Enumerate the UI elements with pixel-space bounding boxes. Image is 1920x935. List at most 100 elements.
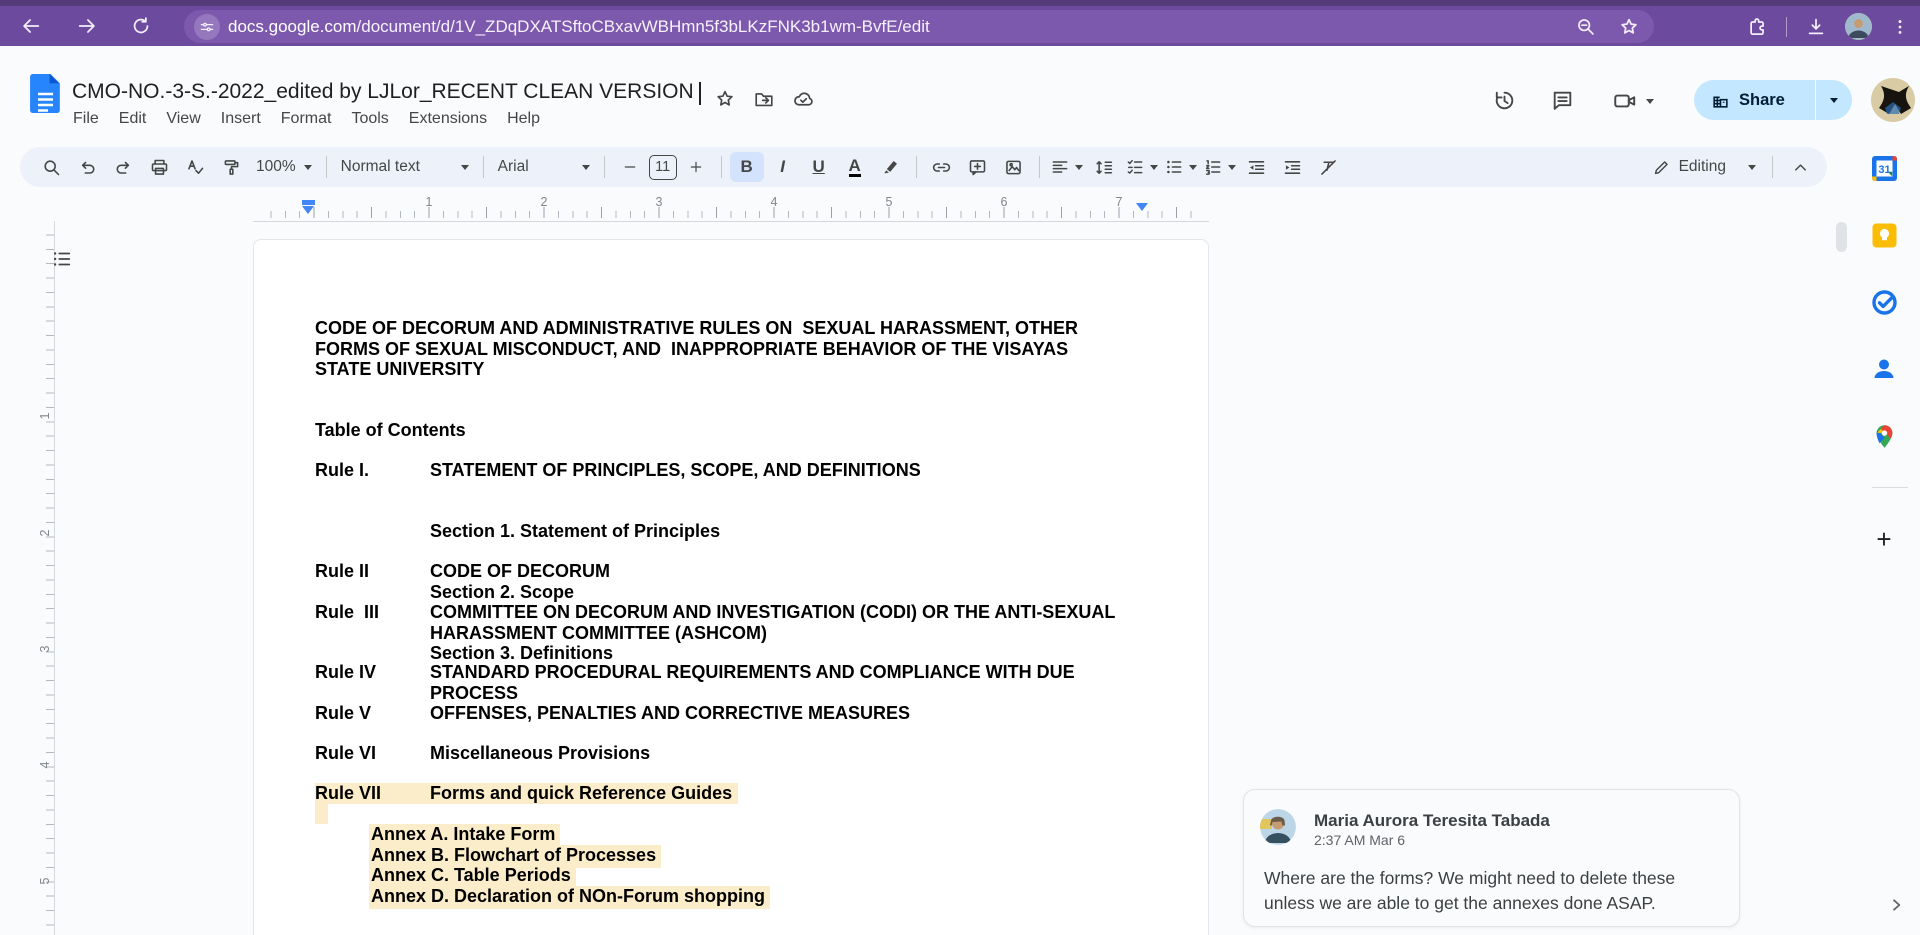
search-menus-icon[interactable]	[34, 152, 68, 182]
align-select[interactable]	[1048, 152, 1085, 182]
star-document-icon[interactable]	[714, 88, 736, 110]
scrollbar-thumb[interactable]	[1836, 222, 1847, 252]
forward-button[interactable]	[70, 9, 104, 43]
editing-mode-select[interactable]: Editing	[1646, 158, 1762, 177]
font-size-increase[interactable]	[679, 152, 713, 182]
underline-button[interactable]: U	[802, 152, 836, 182]
version-history-icon[interactable]	[1492, 88, 1517, 113]
zoom-page-icon[interactable]	[1575, 16, 1596, 37]
ruler-number: 1	[422, 195, 436, 209]
toc-entry-rule-2: Rule IICODE OF DECORUM	[315, 561, 1130, 582]
styles-select[interactable]: Normal text	[335, 158, 475, 176]
menu-insert[interactable]: Insert	[211, 104, 271, 134]
show-side-panel-icon[interactable]	[1884, 893, 1908, 917]
font-size-decrease[interactable]	[613, 152, 647, 182]
line-spacing-icon[interactable]	[1087, 152, 1121, 182]
contacts-icon[interactable]	[1869, 354, 1899, 384]
cloud-saved-icon[interactable]	[792, 88, 815, 111]
meet-video-button[interactable]	[1612, 88, 1654, 114]
bookmark-star-icon[interactable]	[1618, 16, 1640, 38]
share-button[interactable]: Share	[1694, 80, 1852, 120]
browser-profile-avatar[interactable]	[1845, 13, 1872, 40]
menu-file[interactable]: File	[63, 104, 109, 134]
collapse-toolbar-icon[interactable]	[1783, 152, 1817, 182]
toolbar-separator	[1786, 17, 1787, 37]
ruler-number: 2	[537, 195, 551, 209]
insert-link-icon[interactable]	[925, 152, 959, 182]
undo-icon[interactable]	[70, 152, 104, 182]
tasks-icon[interactable]	[1869, 287, 1899, 317]
font-select[interactable]: Arial	[492, 158, 596, 176]
comment-body: Where are the forms? We might need to de…	[1264, 866, 1716, 916]
ruler-number: 7	[1112, 195, 1126, 209]
site-info-icon[interactable]	[194, 14, 220, 40]
spellcheck-icon[interactable]	[178, 152, 212, 182]
annex-d-highlighted[interactable]: Annex D. Declaration of NOn-Forum shoppi…	[369, 886, 770, 909]
move-folder-icon[interactable]	[753, 88, 775, 110]
menu-edit[interactable]: Edit	[109, 104, 157, 134]
ruler-number: 4	[38, 758, 52, 772]
ruler-number: 3	[38, 642, 52, 656]
comment-author-avatar	[1260, 809, 1296, 845]
bulleted-list-select[interactable]	[1162, 152, 1199, 182]
document-heading: CODE OF DECORUM AND ADMINISTRATIVE RULES…	[315, 318, 1127, 380]
clear-formatting-icon[interactable]	[1312, 152, 1346, 182]
get-addons-button[interactable]: +	[1869, 524, 1899, 554]
zoom-select[interactable]: 100%	[250, 158, 318, 176]
first-line-indent-marker[interactable]	[302, 200, 315, 205]
text-color-button[interactable]: A	[838, 152, 872, 182]
menu-extensions[interactable]: Extensions	[399, 104, 497, 134]
document-outline-icon[interactable]	[48, 245, 76, 273]
comments-icon[interactable]	[1550, 88, 1575, 113]
toc-entry-rule-5: Rule VOFFENSES, PENALTIES AND CORRECTIVE…	[315, 703, 1130, 724]
calendar-icon[interactable]: 31	[1869, 153, 1899, 183]
bold-button[interactable]: B	[730, 152, 764, 182]
document-title[interactable]: CMO-NO.-3-S.-2022_edited by LJLor_RECENT…	[72, 80, 694, 104]
docs-logo[interactable]	[30, 74, 61, 116]
font-size-value[interactable]: 11	[649, 155, 677, 180]
ruler-number: 6	[997, 195, 1011, 209]
toc-entry-rule-7-highlighted[interactable]: Rule VIIForms and quick Reference Guides	[315, 783, 738, 804]
decrease-indent-icon[interactable]	[1240, 152, 1274, 182]
highlight-color-icon[interactable]	[874, 152, 908, 182]
ruler-number: 5	[38, 874, 52, 888]
menu-help[interactable]: Help	[497, 104, 550, 134]
menu-format[interactable]: Format	[271, 104, 342, 134]
italic-button[interactable]: I	[766, 152, 800, 182]
insert-image-icon[interactable]	[997, 152, 1031, 182]
reload-button[interactable]	[124, 9, 158, 43]
add-comment-icon[interactable]	[961, 152, 995, 182]
back-button[interactable]	[14, 9, 48, 43]
menu-tools[interactable]: Tools	[341, 104, 398, 134]
download-icon[interactable]	[1805, 16, 1827, 38]
maps-icon[interactable]	[1869, 421, 1899, 451]
keep-notes-icon[interactable]	[1869, 220, 1899, 250]
toc-title: Table of Contents	[315, 420, 466, 441]
paint-format-icon[interactable]	[214, 152, 248, 182]
extensions-icon[interactable]	[1746, 16, 1768, 38]
right-indent-marker[interactable]	[1136, 203, 1148, 211]
document-page[interactable]: CODE OF DECORUM AND ADMINISTRATIVE RULES…	[253, 239, 1209, 935]
share-lock-icon	[1711, 91, 1730, 110]
ruler-number: 3	[652, 195, 666, 209]
checklist-select[interactable]	[1123, 152, 1160, 182]
toc-entry-rule-1: Rule I.STATEMENT OF PRINCIPLES, SCOPE, A…	[315, 460, 1130, 481]
address-bar[interactable]: docs.google.com/document/d/1V_ZDqDXATSft…	[184, 10, 1654, 43]
vertical-ruler[interactable]: 1 2 3 4 5	[30, 221, 55, 935]
chrome-menu-icon[interactable]	[1890, 17, 1910, 37]
share-label: Share	[1739, 91, 1785, 110]
comment-card[interactable]: Maria Aurora Teresita Tabada 2:37 AM Mar…	[1243, 789, 1740, 927]
redo-icon[interactable]	[106, 152, 140, 182]
print-icon[interactable]	[142, 152, 176, 182]
numbered-list-select[interactable]	[1201, 152, 1238, 182]
left-indent-marker[interactable]	[302, 206, 314, 214]
toc-entry-rule-6: Rule VIMiscellaneous Provisions	[315, 743, 1130, 764]
increase-indent-icon[interactable]	[1276, 152, 1310, 182]
account-avatar[interactable]	[1871, 78, 1915, 122]
menu-view[interactable]: View	[156, 104, 210, 134]
share-caret-icon[interactable]	[1816, 98, 1852, 103]
ruler-number: 2	[38, 526, 52, 540]
menu-bar: File Edit View Insert Format Tools Exten…	[63, 104, 550, 134]
horizontal-ruler[interactable]: 1 2 3 4 5 6 7	[253, 194, 1209, 222]
title-text-cursor	[699, 82, 701, 105]
